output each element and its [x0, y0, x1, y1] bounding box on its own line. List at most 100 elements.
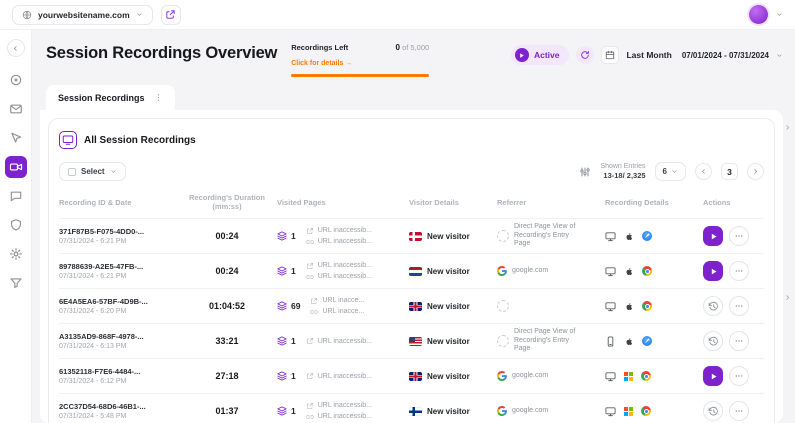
visited-url[interactable]: URL inacce...: [310, 297, 364, 305]
more-actions-button[interactable]: [729, 261, 749, 281]
table-row[interactable]: 2CC37D54-68D6-46B1-... 07/31/2024 - 5:48…: [59, 393, 764, 423]
apple-icon: [624, 336, 634, 347]
open-website-button[interactable]: [161, 5, 181, 25]
external-link-icon: [310, 297, 318, 305]
quota-details-link[interactable]: Click for details →: [291, 60, 352, 67]
target-icon: [9, 73, 23, 87]
visitor-type: New visitor: [427, 372, 470, 381]
tab-label: Session Recordings: [58, 93, 145, 103]
replay-history-button[interactable]: [703, 401, 723, 421]
chat-icon: [9, 189, 23, 203]
referrer-text: google.com: [512, 372, 548, 381]
next-page-button[interactable]: [747, 163, 764, 180]
tabs-bar: Session Recordings: [40, 85, 783, 110]
sidebar-item-settings[interactable]: [5, 243, 27, 265]
table-row[interactable]: 61352118-F7E6-4484-... 07/31/2024 - 6:12…: [59, 358, 764, 393]
visitor-type: New visitor: [427, 337, 470, 346]
visited-pages-cell: 69 URL inacce...URL inacce...: [277, 297, 409, 316]
visited-url[interactable]: URL inaccessib...: [306, 413, 372, 421]
visited-url[interactable]: URL inaccessib...: [306, 238, 372, 246]
tab-session-recordings[interactable]: Session Recordings: [46, 85, 175, 110]
header-controls: Active Last Month 07/01/2024 - 07/31/202…: [511, 40, 783, 65]
tab-kebab-menu-icon[interactable]: [154, 92, 163, 103]
table-toolbar: Select Shown Entries 13-18/ 2,325 6: [59, 162, 764, 181]
desktop-icon: [605, 301, 616, 312]
recording-duration: 01:37: [177, 406, 277, 416]
apple-icon: [624, 301, 634, 312]
visitor-details-cell: New visitor: [409, 337, 497, 346]
prev-page-button[interactable]: [695, 163, 712, 180]
chrome-icon: [641, 371, 651, 381]
pages-count: 1: [277, 266, 296, 276]
visited-url[interactable]: URL inaccessib...: [306, 273, 372, 281]
sidebar-item-session-recordings[interactable]: [5, 156, 27, 178]
visited-url[interactable]: URL inaccessib...: [306, 262, 372, 270]
visited-url[interactable]: URL inaccessib...: [306, 372, 372, 380]
sidebar-item-feedback[interactable]: [5, 185, 27, 207]
sidebar-item-funnels[interactable]: [5, 272, 27, 294]
table-row[interactable]: 371F87B5-F075-4DD0-... 07/31/2024 - 6:21…: [59, 218, 764, 253]
visited-url[interactable]: URL inaccessib...: [306, 337, 372, 345]
google-icon: [497, 371, 507, 381]
visited-url[interactable]: URL inaccessib...: [306, 402, 372, 410]
active-status-button[interactable]: Active: [511, 45, 570, 65]
more-actions-button[interactable]: [729, 296, 749, 316]
page-size-dropdown[interactable]: 6: [655, 162, 686, 181]
play-recording-button[interactable]: [703, 366, 723, 386]
google-icon: [497, 266, 507, 276]
column-settings-button[interactable]: [579, 166, 591, 178]
more-actions-button[interactable]: [729, 401, 749, 421]
select-dropdown[interactable]: Select: [59, 162, 126, 181]
recordings-table: Recording ID & Date Recording's Duration…: [59, 189, 764, 423]
actions-cell: [703, 226, 761, 246]
visitor-details-cell: New visitor: [409, 232, 497, 241]
avatar[interactable]: [749, 5, 768, 24]
website-selector[interactable]: yourwebsitename.com: [12, 5, 153, 25]
table-row[interactable]: 6E4A5EA6-57BF-4D9B-... 07/31/2024 - 6:20…: [59, 288, 764, 323]
chevron-down-icon: [110, 168, 117, 175]
sidebar-item-dashboard[interactable]: [5, 69, 27, 91]
replay-history-button[interactable]: [703, 296, 723, 316]
external-link-icon: [306, 337, 314, 345]
more-actions-button[interactable]: [729, 366, 749, 386]
date-chevron-icon[interactable]: [776, 52, 783, 59]
sidebar-item-email-reports[interactable]: [5, 98, 27, 120]
date-range[interactable]: 07/01/2024 - 07/31/2024: [682, 51, 769, 60]
sidebar-item-click-tracking[interactable]: [5, 127, 27, 149]
select-all-checkbox[interactable]: [68, 168, 76, 176]
visited-url[interactable]: URL inacce...: [310, 308, 364, 316]
apple-icon: [624, 266, 634, 277]
quota-total: of 5,000: [402, 43, 429, 52]
visitor-details-cell: New visitor: [409, 407, 497, 416]
play-recording-button[interactable]: [703, 226, 723, 246]
more-actions-button[interactable]: [729, 226, 749, 246]
referrer-text: google.com: [512, 267, 548, 276]
shield-icon: [9, 218, 23, 232]
content-panel: All Session Recordings Select Shown Entr…: [40, 110, 783, 423]
calendar-button[interactable]: [601, 46, 619, 64]
recording-details-cell: [605, 266, 703, 277]
period-selector[interactable]: Last Month: [626, 50, 671, 60]
sidebar-item-seo[interactable]: [5, 214, 27, 236]
recording-duration: 33:21: [177, 336, 277, 346]
refresh-button[interactable]: [576, 46, 594, 64]
table-row[interactable]: A3135AD9-868F-4978-... 07/31/2024 - 6:13…: [59, 323, 764, 358]
table-row[interactable]: 89788639-A2E5-47FB-... 07/31/2024 - 6:21…: [59, 253, 764, 288]
visited-url[interactable]: URL inaccessib...: [306, 227, 372, 235]
column-header: Recording's Duration (mm:ss): [177, 193, 277, 211]
more-actions-button[interactable]: [729, 331, 749, 351]
replay-history-button[interactable]: [703, 331, 723, 351]
play-recording-button[interactable]: [703, 261, 723, 281]
sidebar-item-collapse-sidebar[interactable]: [7, 39, 25, 57]
scroll-right-button[interactable]: [781, 291, 794, 304]
quota-count: 0 of 5,000: [396, 43, 430, 52]
scroll-right-button[interactable]: [781, 121, 794, 134]
visitor-type: New visitor: [427, 407, 470, 416]
desktop-icon: [605, 406, 616, 417]
card-title: All Session Recordings: [84, 135, 196, 146]
recording-id: 2CC37D54-68D6-46B1-...: [59, 402, 177, 411]
chrome-icon: [641, 406, 651, 416]
app-window: yourwebsitename.com Sessio: [0, 0, 795, 423]
external-link-icon: [165, 9, 176, 20]
account-chevron-icon[interactable]: [776, 11, 783, 18]
